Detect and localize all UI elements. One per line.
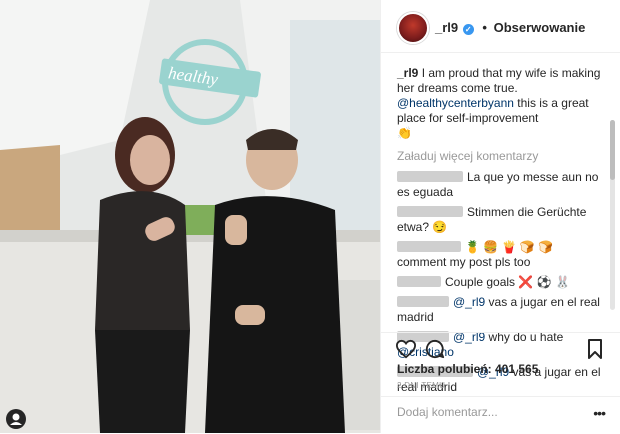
add-comment-input[interactable]: Dodaj komentarz...	[397, 405, 498, 419]
heart-icon[interactable]	[395, 339, 417, 364]
comment-item: Stimmen die Gerüchte etwa? 😏	[397, 205, 611, 235]
post-panel: _rl9 ✓ • Obserwowanie _rl9 I am proud th…	[380, 0, 620, 433]
blurred-username	[397, 276, 441, 287]
comment-item: 🍍 🍔 🍟 🍞 🍞 comment my post pls too	[397, 240, 611, 270]
comment-icon[interactable]	[425, 339, 445, 364]
post-actions	[381, 332, 620, 363]
header-line: _rl9 ✓ • Obserwowanie	[435, 20, 585, 35]
avatar[interactable]	[397, 12, 429, 44]
separator-dot: •	[482, 20, 487, 35]
tagged-user-icon[interactable]	[6, 409, 26, 429]
comment-item: @_rl9 vas a jugar en el real madrid	[397, 295, 611, 325]
post-caption: _rl9 I am proud that my wife is making h…	[397, 66, 611, 141]
blurred-username	[397, 241, 461, 252]
caption-username[interactable]: _rl9	[397, 66, 418, 80]
comment-item: Couple goals ❌ ⚽ 🐰	[397, 275, 611, 290]
comment-emoji: ❌ ⚽ 🐰	[518, 275, 570, 289]
bookmark-icon[interactable]	[587, 339, 603, 364]
comment-text: Couple goals	[445, 275, 516, 289]
comments-scrollbar-thumb[interactable]	[610, 120, 615, 180]
post-header: _rl9 ✓ • Obserwowanie	[381, 0, 620, 53]
caption-mention-link[interactable]: @healthycenterbyann	[397, 96, 514, 110]
verified-badge-icon: ✓	[462, 24, 474, 35]
caption-text: I am proud that my wife is making her dr…	[397, 66, 601, 95]
more-options-icon[interactable]: •••	[593, 405, 606, 421]
comment-item: La que yo messe aun no es eguada	[397, 170, 611, 200]
post-photo[interactable]: healthy	[0, 0, 380, 433]
load-more-comments-button[interactable]: Załaduj więcej komentarzy	[397, 149, 611, 164]
comment-text: comment my post pls too	[397, 255, 531, 269]
blurred-username	[397, 171, 463, 182]
blurred-username	[397, 296, 449, 307]
post-date: 2 DNI TEMU	[397, 381, 446, 390]
add-comment-bar: Dodaj komentarz... •••	[381, 396, 620, 434]
likes-count[interactable]: Liczba polubień: 401 565	[397, 362, 538, 376]
comment-emoji: 😏	[432, 220, 448, 234]
comment-emoji-row: 🍍 🍔 🍟 🍞 🍞	[465, 240, 554, 254]
follow-button[interactable]: Obserwowanie	[494, 20, 586, 35]
author-username[interactable]: _rl9	[435, 20, 458, 35]
clap-emoji: 👏	[397, 126, 412, 140]
comment-mention-link[interactable]: @_rl9	[453, 295, 485, 309]
blurred-username	[397, 206, 463, 217]
photo-scene: healthy	[0, 0, 380, 433]
